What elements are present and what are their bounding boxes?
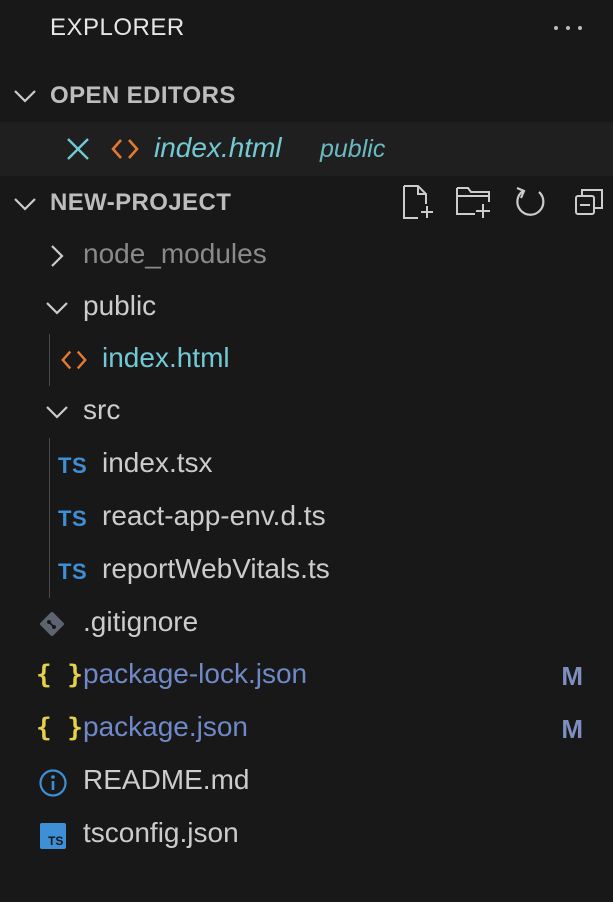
chevron-down-icon [14,90,36,103]
file-label: .gitignore [83,606,199,637]
tree-file-gitignore[interactable]: .gitignore [0,598,613,650]
tree-file-tsconfig[interactable]: TS tsconfig.json [0,809,613,861]
close-icon[interactable] [66,137,90,161]
refresh-icon[interactable] [513,184,549,220]
file-label: package.json [83,711,249,742]
open-editors-title: OPEN EDITORS [50,82,236,109]
svg-text:TS: TS [48,834,63,848]
tree-folder-node-modules[interactable]: node_modules [0,230,613,282]
tree-file-package-json[interactable]: { } package.json M [0,703,613,755]
chevron-right-icon [51,245,64,267]
tree-folder-src[interactable]: src [0,386,613,438]
file-label: react-app-env.d.ts [102,500,326,531]
json-icon: { } [36,660,83,690]
explorer-panel: EXPLORER OPEN EDITORS index.html public … [0,0,613,902]
project-header[interactable]: NEW-PROJECT [0,178,613,230]
tree-file-report-web-vitals[interactable]: TS reportWebVitals.ts [0,545,613,597]
more-actions-icon[interactable] [553,25,583,31]
info-icon [39,769,67,797]
explorer-title: EXPLORER [50,14,185,41]
file-label: index.html [102,342,230,373]
open-editors-header[interactable]: OPEN EDITORS [0,70,613,122]
project-title: NEW-PROJECT [50,189,232,216]
chevron-down-icon [14,198,36,211]
collapse-all-icon[interactable] [572,184,608,220]
tsconfig-icon: TS [40,823,66,849]
explorer-header: EXPLORER [0,0,613,56]
json-icon: { } [36,713,83,743]
tree-file-react-app-env[interactable]: TS react-app-env.d.ts [0,492,613,544]
new-file-icon[interactable] [400,184,436,220]
file-label: package-lock.json [83,658,308,689]
modified-badge: M [561,661,583,691]
file-label: tsconfig.json [83,817,239,848]
tree-file-package-lock-json[interactable]: { } package-lock.json M [0,650,613,702]
new-folder-icon[interactable] [455,184,491,220]
file-label: index.tsx [102,447,213,478]
typescript-icon: TS [58,506,88,531]
chevron-down-icon [46,302,68,315]
html-file-icon [111,139,139,159]
file-label: README.md [83,764,250,795]
tree-file-readme[interactable]: README.md [0,756,613,808]
modified-badge: M [561,714,583,744]
folder-label: public [83,290,157,321]
git-icon [40,612,64,636]
typescript-icon: TS [58,453,88,478]
tree-file-index-tsx[interactable]: TS index.tsx [0,439,613,491]
chevron-down-icon [46,406,68,419]
open-editor-file-name: index.html [154,132,282,163]
file-label: reportWebVitals.ts [102,553,330,584]
tree-folder-public[interactable]: public [0,282,613,334]
folder-label: src [83,394,121,425]
tree-file-public-index-html[interactable]: index.html [0,334,613,386]
typescript-icon: TS [58,559,88,584]
html-file-icon [61,350,87,370]
open-editor-item[interactable]: index.html public [0,122,613,176]
open-editor-file-dir: public [320,135,386,163]
folder-label: node_modules [83,238,267,269]
